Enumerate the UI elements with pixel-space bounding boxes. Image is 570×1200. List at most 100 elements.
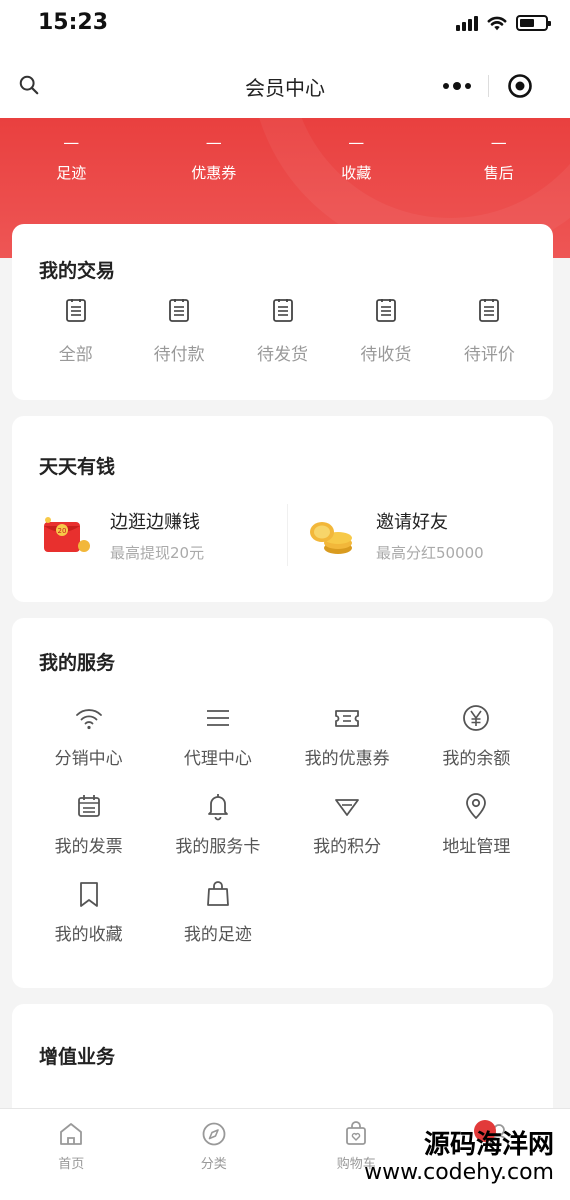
service-card: 我的服务 分销中心 代理中心 我的优惠券 我的余额 我的发票 我的服务卡 我的积… [12,618,553,988]
close-target-button[interactable] [489,73,551,99]
clipboard-icon [376,299,396,322]
value-added-card: 增值业务 [12,1004,553,1124]
clipboard-icon [479,299,500,322]
trade-label: 待发货 [257,345,309,365]
member-stats: — 足迹 — 优惠券 — 收藏 — 售后 [0,132,570,183]
clipboard-icon [169,299,190,322]
battery-icon [516,15,551,31]
tab-label: 分类 [200,1157,227,1172]
trade-to-ship[interactable]: 待发货 [231,296,334,365]
stat-label: 足迹 [56,164,87,182]
trade-to-review[interactable]: 待评价 [438,296,541,365]
service-label: 我的收藏 [54,925,123,945]
service-grid: 分销中心 代理中心 我的优惠券 我的余额 我的发票 我的服务卡 我的积分 地址管… [24,702,541,948]
service-label: 我的余额 [442,749,511,769]
status-icons [456,14,551,32]
trade-label: 全部 [58,345,93,365]
service-my-invoice[interactable]: 我的发票 [24,790,153,860]
red-packet-icon: 20 [44,517,90,552]
stat-value: — [348,133,365,152]
money-row: 20 边逛边赚钱 最高提现20元 邀请好友 最高分红50000 [12,504,553,566]
stat-label: 收藏 [341,164,372,182]
service-my-favorites[interactable]: 我的收藏 [24,878,153,948]
service-my-coupons[interactable]: 我的优惠券 [283,702,412,772]
service-label: 我的足迹 [183,925,252,945]
money-item-title: 邀请好友 [376,511,448,533]
watermark: 源码海洋网 www.codehy.com [364,1130,554,1186]
trade-card: 我的交易 全部 待付款 待发货 待收货 待评价 [12,224,553,400]
status-bar: 15:23 [0,0,570,52]
service-label: 我的优惠券 [304,749,390,769]
yen-icon [463,705,490,731]
diamond-icon [335,799,360,816]
service-title: 我的服务 [39,652,116,674]
bell-icon [207,794,228,821]
stat-label: 售后 [483,164,514,182]
bookmark-icon [79,882,98,907]
signal-icon [456,15,478,31]
service-label: 我的发票 [54,837,123,857]
menu-lines-icon [206,710,229,726]
bag-icon [206,881,229,906]
service-my-service-card[interactable]: 我的服务卡 [153,790,282,860]
ticket-icon [335,710,360,727]
trade-all[interactable]: 全部 [24,296,127,365]
service-my-points[interactable]: 我的积分 [283,790,412,860]
browse-earn-item[interactable]: 20 边逛边赚钱 最高提现20元 [12,504,287,566]
money-item-subtitle: 最高分红50000 [376,543,484,562]
stat-footprint[interactable]: — 足迹 [0,132,143,183]
invite-friends-item[interactable]: 邀请好友 最高分红50000 [287,504,553,566]
stat-coupons[interactable]: — 优惠券 [143,132,286,183]
tab-category[interactable]: 分类 [143,1109,286,1200]
wifi-icon [75,709,102,730]
service-label: 我的服务卡 [175,837,261,857]
stat-value: — [490,133,507,152]
clipboard-icon [65,299,86,322]
stat-label: 优惠券 [191,164,237,182]
money-item-title: 边逛边赚钱 [110,511,200,533]
money-text: 边逛边赚钱 最高提现20元 [110,508,204,563]
service-label: 分销中心 [54,749,123,769]
trade-unpaid[interactable]: 待付款 [127,296,230,365]
compass-icon [202,1122,226,1146]
watermark-url: www.codehy.com [364,1160,554,1185]
trade-label: 待付款 [153,345,205,365]
clipboard-icon [272,299,293,322]
money-text: 邀请好友 最高分红50000 [376,508,484,563]
stat-after-sales[interactable]: — 售后 [428,132,570,183]
stat-favorites[interactable]: — 收藏 [285,132,428,183]
stat-value: — [205,133,222,152]
trade-row: 全部 待付款 待发货 待收货 待评价 [24,296,541,365]
trade-title: 我的交易 [39,260,116,282]
service-label: 代理中心 [183,749,252,769]
nav-bar: 会员中心 [0,52,570,118]
tab-label: 首页 [58,1157,85,1172]
service-label: 地址管理 [442,837,511,857]
stat-value: — [63,133,80,152]
trade-to-receive[interactable]: 待收货 [334,296,437,365]
location-pin-icon [466,793,487,819]
home-icon [60,1123,83,1145]
service-my-balance[interactable]: 我的余额 [412,702,541,772]
service-distribution-center[interactable]: 分销中心 [24,702,153,772]
service-my-footprint[interactable]: 我的足迹 [153,878,282,948]
target-icon [508,74,532,98]
service-address-management[interactable]: 地址管理 [412,790,541,860]
invoice-icon [77,795,100,817]
status-time: 15:23 [38,10,109,35]
wifi-status-icon [487,16,507,31]
value-added-title: 增值业务 [39,1046,116,1068]
gold-coins-icon [310,522,352,554]
tab-home[interactable]: 首页 [0,1109,143,1200]
mini-program-capsule [426,66,556,106]
service-label: 我的积分 [313,837,382,857]
trade-label: 待收货 [360,345,412,365]
trade-label: 待评价 [463,345,515,365]
money-title: 天天有钱 [39,456,116,478]
svg-text:20: 20 [58,527,67,535]
more-dots-icon[interactable] [426,82,488,90]
service-agent-center[interactable]: 代理中心 [153,702,282,772]
money-item-subtitle: 最高提现20元 [110,543,205,562]
watermark-name: 源码海洋网 [423,1130,554,1160]
money-card: 天天有钱 20 边逛边赚钱 最高提现20元 邀请好友 最高分红50000 [12,416,553,602]
